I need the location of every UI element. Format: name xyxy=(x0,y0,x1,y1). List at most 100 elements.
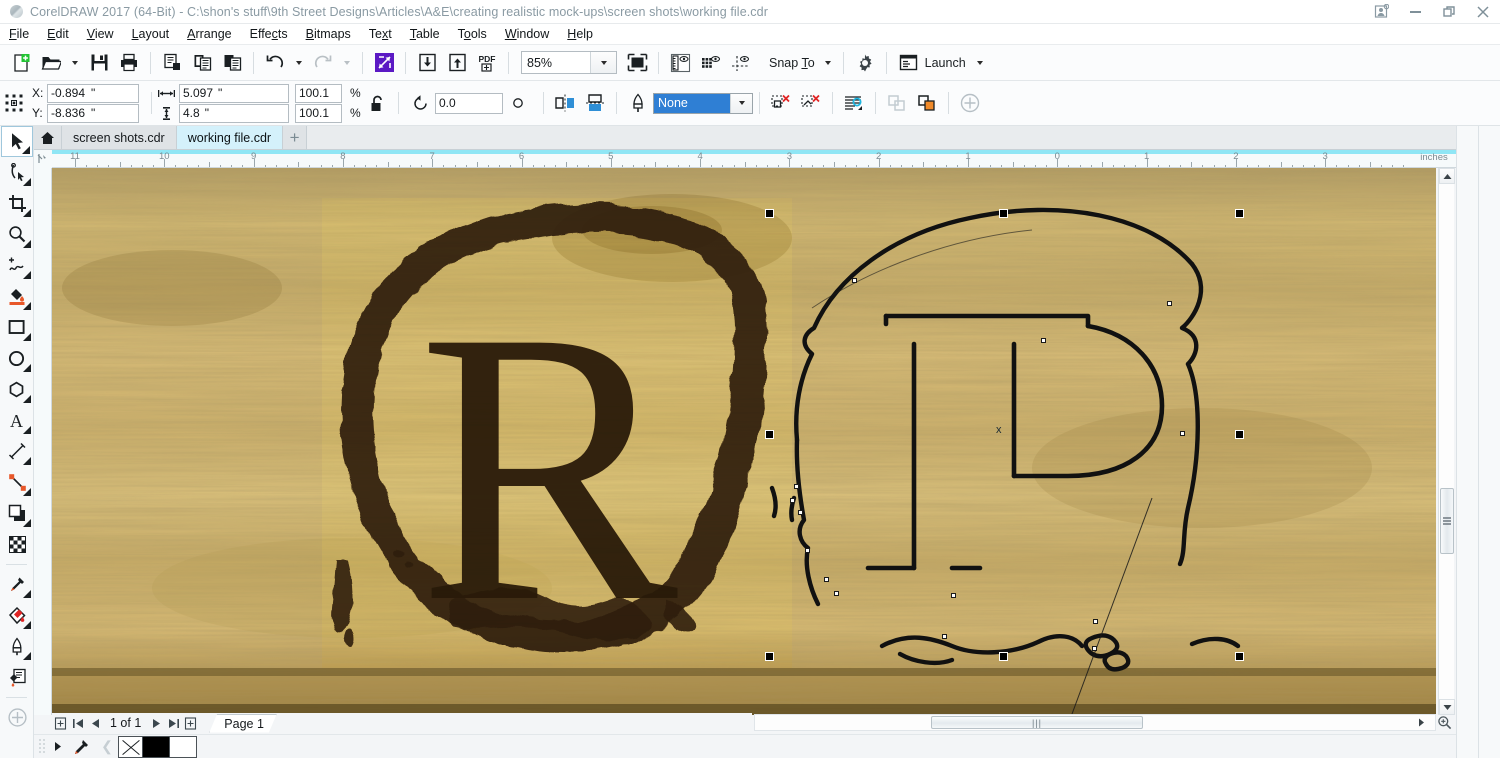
launch-button[interactable]: Launch xyxy=(893,50,989,76)
shape-tool[interactable] xyxy=(1,157,33,188)
rotation-angle-input[interactable]: 0.0 xyxy=(435,92,503,114)
menu-view[interactable]: View xyxy=(78,25,123,44)
minimize-button[interactable] xyxy=(1398,0,1432,24)
pick-tool[interactable] xyxy=(1,126,33,157)
vertical-ruler[interactable] xyxy=(34,168,52,715)
curve-node[interactable] xyxy=(852,278,857,283)
text-tool[interactable]: A xyxy=(1,405,33,436)
open-dropdown-arrow[interactable] xyxy=(67,49,83,77)
paste-icon[interactable] xyxy=(218,49,246,77)
smart-fill-tool-flyout[interactable] xyxy=(23,302,31,310)
edit-fill-tool[interactable] xyxy=(1,662,33,693)
color-eyedropper-tool[interactable] xyxy=(1,569,33,600)
weld-icon[interactable] xyxy=(883,89,911,117)
snap-to-button[interactable]: Snap To xyxy=(763,50,837,76)
close-button[interactable] xyxy=(1466,0,1500,24)
trim-icon[interactable] xyxy=(913,89,941,117)
menu-file[interactable]: File xyxy=(0,25,38,44)
eyedropper-tool-flyout[interactable] xyxy=(23,590,31,598)
next-page-button[interactable] xyxy=(148,714,165,732)
menu-tools[interactable]: Tools xyxy=(449,25,496,44)
selection-handle-bottom-left[interactable] xyxy=(765,652,774,661)
pick-tool-flyout[interactable] xyxy=(22,146,30,154)
menu-edit[interactable]: Edit xyxy=(38,25,78,44)
redo-icon[interactable] xyxy=(309,49,337,77)
selection-handle-top-center[interactable] xyxy=(999,209,1008,218)
smart-fill-tool[interactable] xyxy=(1,281,33,312)
zoom-level-combo[interactable] xyxy=(521,51,617,74)
freehand-tool[interactable] xyxy=(1,250,33,281)
artboard[interactable]: R x xyxy=(52,168,1436,715)
account-icon[interactable] xyxy=(1364,0,1398,24)
publish-pdf-icon[interactable]: PDF xyxy=(473,49,501,77)
drawing-canvas[interactable]: R x xyxy=(52,168,1436,715)
scroll-up-arrow[interactable] xyxy=(1439,168,1455,184)
full-screen-preview-icon[interactable] xyxy=(623,49,651,77)
menu-help[interactable]: Help xyxy=(558,25,602,44)
mirror-horizontally-icon[interactable] xyxy=(551,89,579,117)
interactive-fill-tool-flyout[interactable] xyxy=(23,621,31,629)
redo-dropdown-arrow[interactable] xyxy=(339,49,355,77)
show-guidelines-icon[interactable] xyxy=(726,49,754,77)
drop-shadow-tool-flyout[interactable] xyxy=(23,519,31,527)
document-tab-working-file[interactable]: working file.cdr xyxy=(176,126,284,149)
no-fill-swatch[interactable] xyxy=(118,735,143,758)
menu-bitmaps[interactable]: Bitmaps xyxy=(297,25,360,44)
ruler-origin-corner[interactable] xyxy=(34,150,52,168)
menu-window[interactable]: Window xyxy=(496,25,558,44)
wrap-paragraph-text-icon[interactable] xyxy=(840,89,868,117)
add-page-after-button[interactable] xyxy=(182,714,199,732)
mirror-vertically-icon[interactable] xyxy=(581,89,609,117)
object-height-input[interactable]: 4.8 " xyxy=(179,103,289,123)
interactive-fill-tool[interactable] xyxy=(1,600,33,631)
parallel-dimension-tool[interactable] xyxy=(1,436,33,467)
curve-node[interactable] xyxy=(942,634,947,639)
zoom-level-input[interactable] xyxy=(522,52,590,73)
undo-dropdown-arrow[interactable] xyxy=(291,49,307,77)
crop-tool-flyout[interactable] xyxy=(23,209,31,217)
curve-node[interactable] xyxy=(1180,431,1185,436)
color-palette-primary[interactable] xyxy=(1456,126,1478,758)
curve-node[interactable] xyxy=(790,498,795,503)
transparency-tool[interactable] xyxy=(1,529,33,560)
selection-handle-middle-left[interactable] xyxy=(765,430,774,439)
polygon-tool-flyout[interactable] xyxy=(23,395,31,403)
home-screen-tab[interactable] xyxy=(34,126,62,149)
options-gear-icon[interactable] xyxy=(851,49,879,77)
import-icon[interactable] xyxy=(413,49,441,77)
restore-button[interactable] xyxy=(1432,0,1466,24)
selection-handle-top-right[interactable] xyxy=(1235,209,1244,218)
add-button-icon[interactable] xyxy=(956,89,984,117)
zoom-one-shot-icon[interactable] xyxy=(1434,713,1454,732)
selection-handle-middle-right[interactable] xyxy=(1235,430,1244,439)
copy-icon[interactable] xyxy=(188,49,216,77)
outline-pen-icon[interactable] xyxy=(624,89,652,117)
rectangle-tool[interactable] xyxy=(1,312,33,343)
new-document-icon[interactable] xyxy=(7,49,35,77)
corel-connect-icon[interactable] xyxy=(370,49,398,77)
curve-node[interactable] xyxy=(805,548,810,553)
scroll-right-arrow[interactable] xyxy=(1414,714,1428,731)
last-page-button[interactable] xyxy=(165,714,182,732)
object-width-input[interactable]: 5.097 " xyxy=(179,83,289,103)
curve-node[interactable] xyxy=(834,591,839,596)
lock-ratio-padlock-icon[interactable] xyxy=(363,89,391,117)
cut-icon[interactable] xyxy=(158,49,186,77)
ellipse-tool[interactable] xyxy=(1,343,33,374)
menu-layout[interactable]: Layout xyxy=(123,25,179,44)
convert-outline-to-object-icon[interactable] xyxy=(767,89,795,117)
horizontal-scrollbar[interactable]: ||| xyxy=(754,714,1436,731)
vertical-scrollbar[interactable] xyxy=(1438,168,1455,715)
color-palette-secondary[interactable] xyxy=(1478,126,1500,758)
zoom-tool[interactable] xyxy=(1,219,33,250)
outline-width-dropdown-arrow[interactable] xyxy=(730,93,752,113)
quick-customize-button[interactable] xyxy=(1,702,33,733)
polygon-tool[interactable] xyxy=(1,374,33,405)
page-tab-page-1[interactable]: Page 1 xyxy=(209,714,277,733)
scale-horizontal-input[interactable]: 100.1 xyxy=(295,83,342,103)
ellipse-tool-flyout[interactable] xyxy=(23,364,31,372)
previous-page-button[interactable] xyxy=(86,714,103,732)
curve-node[interactable] xyxy=(1167,301,1172,306)
x-position-input[interactable]: -0.894 " xyxy=(47,83,139,103)
eyedropper-icon[interactable] xyxy=(66,738,96,756)
